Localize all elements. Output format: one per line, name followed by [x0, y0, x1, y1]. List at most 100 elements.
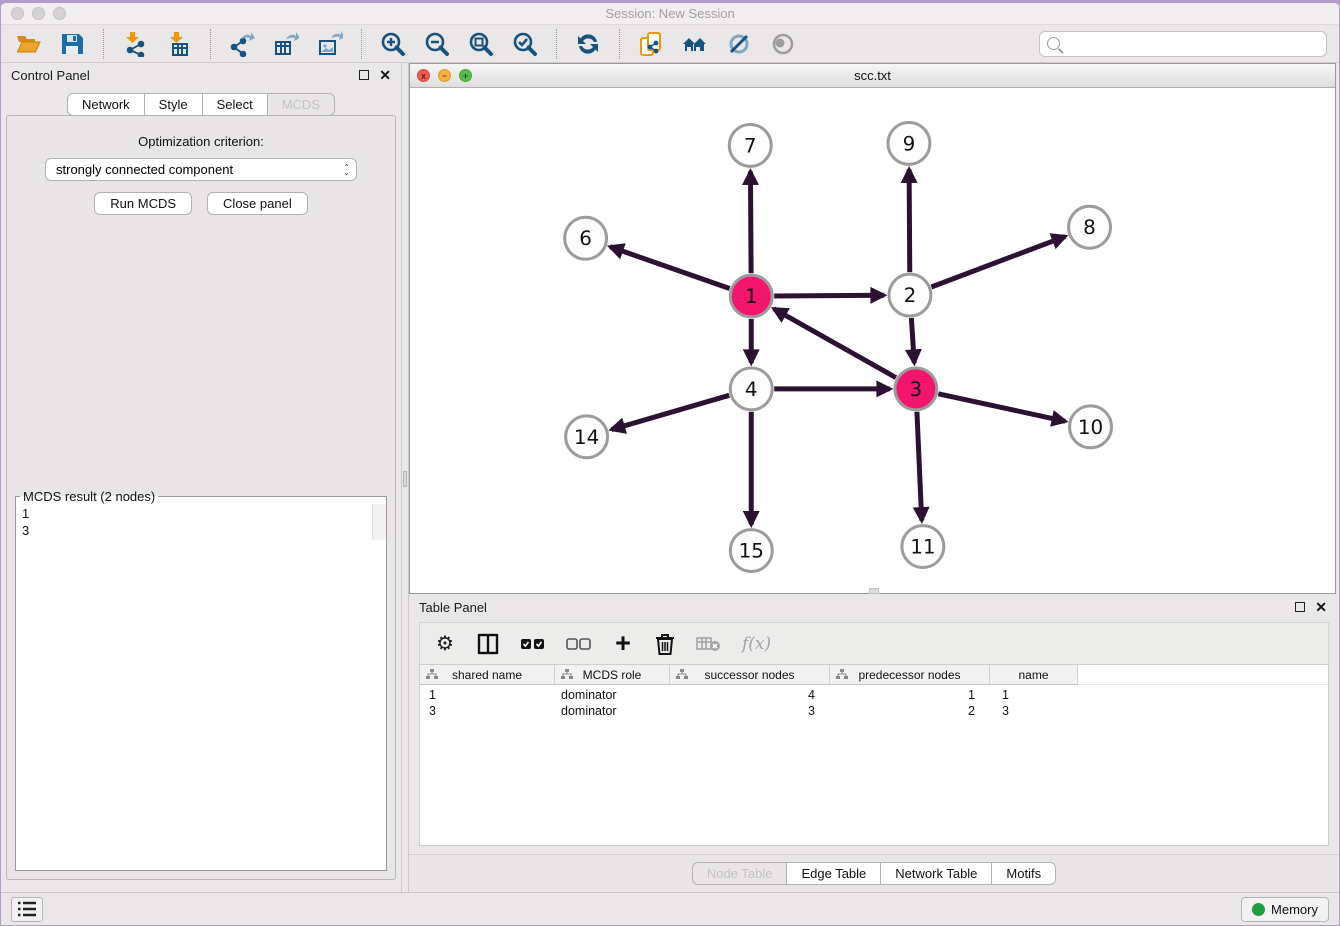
column-header-name[interactable]: name: [990, 665, 1078, 685]
import-table-button[interactable]: [164, 29, 194, 59]
tab-edge-table[interactable]: Edge Table: [787, 862, 881, 885]
run-mcds-button[interactable]: Run MCDS: [94, 192, 192, 215]
graph-node-8[interactable]: 8: [1069, 206, 1111, 248]
table-cell[interactable]: dominator: [555, 704, 670, 720]
create-column-button[interactable]: +: [612, 631, 634, 657]
float-panel-icon[interactable]: [359, 70, 369, 80]
network-canvas[interactable]: 7 9 6 8 1 2 4 3 14 10 15 11: [410, 88, 1335, 593]
node-label: 11: [910, 535, 935, 559]
tab-network-table[interactable]: Network Table: [881, 862, 992, 885]
graph-node-10[interactable]: 10: [1070, 406, 1112, 448]
tab-mcds[interactable]: MCDS: [268, 93, 335, 116]
table-cell[interactable]: 2: [830, 704, 990, 720]
graph-edge-2-9[interactable]: [909, 169, 910, 272]
graph-edge-3-1[interactable]: [774, 309, 896, 378]
table-cell[interactable]: 3: [670, 704, 830, 720]
table-cell[interactable]: 4: [670, 688, 830, 704]
delete-table-button[interactable]: [696, 631, 722, 657]
panel-splitter[interactable]: [401, 63, 409, 892]
clone-network-button[interactable]: [636, 29, 666, 59]
delete-column-button[interactable]: [654, 631, 676, 657]
select-all-columns-button[interactable]: [520, 631, 546, 657]
horizontal-splitter-grip[interactable]: [869, 588, 879, 594]
column-header-mcds-role[interactable]: MCDS role: [555, 665, 670, 685]
column-header-predecessor-nodes[interactable]: predecessor nodes: [830, 665, 990, 685]
toggle-column-view-button[interactable]: [476, 631, 500, 657]
network-window-titlebar[interactable]: x − + scc.txt: [410, 64, 1335, 88]
graph-edge-1-2[interactable]: [774, 295, 884, 296]
home-view-button[interactable]: [680, 29, 710, 59]
graph-node-9[interactable]: 9: [888, 122, 930, 164]
search-input[interactable]: [1065, 36, 1319, 51]
node-label: 1: [745, 284, 758, 308]
node-table-header: shared name MCDS role successor nodes: [420, 665, 1328, 685]
table-cell[interactable]: 3: [420, 704, 555, 720]
task-history-button[interactable]: [11, 897, 43, 922]
graph-node-2[interactable]: 2: [889, 274, 931, 316]
table-cell[interactable]: 1: [420, 688, 555, 704]
close-panel-icon[interactable]: ✕: [379, 70, 391, 80]
memory-button[interactable]: Memory: [1241, 897, 1329, 922]
tab-motifs[interactable]: Motifs: [992, 862, 1056, 885]
network-window-title: scc.txt: [410, 68, 1335, 83]
graph-node-7[interactable]: 7: [729, 124, 771, 166]
table-row[interactable]: 3dominator323: [420, 704, 1328, 720]
graph-edge-1-7[interactable]: [750, 171, 751, 273]
column-header-successor-nodes[interactable]: successor nodes: [670, 665, 830, 685]
save-session-button[interactable]: [57, 29, 87, 59]
tab-network[interactable]: Network: [67, 93, 145, 116]
close-table-panel-icon[interactable]: ✕: [1315, 602, 1327, 612]
node-label: 2: [904, 283, 917, 307]
splitter-grip[interactable]: [403, 471, 407, 487]
columns-icon: [476, 632, 500, 656]
unselect-all-columns-button[interactable]: [566, 631, 592, 657]
mcds-result-list[interactable]: 13: [16, 504, 372, 540]
open-session-button[interactable]: [13, 29, 43, 59]
tab-node-table[interactable]: Node Table: [692, 862, 788, 885]
optimization-criterion-select[interactable]: strongly connected component ⌃⌄: [45, 158, 357, 181]
tab-style[interactable]: Style: [145, 93, 203, 116]
birds-eye-view-button[interactable]: [768, 29, 798, 59]
graph-node-3[interactable]: 3: [895, 368, 937, 410]
network-graph[interactable]: 7 9 6 8 1 2 4 3 14 10 15 11: [410, 88, 1335, 593]
graph-edge-3-11[interactable]: [917, 412, 922, 521]
mcds-result-box: MCDS result (2 nodes) 13: [15, 489, 387, 871]
search-box[interactable]: [1039, 31, 1327, 57]
apply-layout-button[interactable]: [573, 29, 603, 59]
function-builder-button[interactable]: f(x): [742, 631, 771, 657]
graph-edge-2-3[interactable]: [911, 318, 914, 363]
zoom-selected-button[interactable]: [510, 29, 540, 59]
zoom-fit-button[interactable]: [466, 29, 496, 59]
float-table-panel-icon[interactable]: [1295, 602, 1305, 612]
export-image-button[interactable]: [315, 29, 345, 59]
table-cell[interactable]: dominator: [555, 688, 670, 704]
column-header-shared-name[interactable]: shared name: [420, 665, 555, 685]
zoom-out-button[interactable]: [422, 29, 452, 59]
graph-edge-1-6[interactable]: [610, 247, 729, 289]
graph-node-6[interactable]: 6: [565, 217, 607, 259]
export-network-button[interactable]: [227, 29, 257, 59]
result-scrollbar[interactable]: [372, 504, 386, 540]
graph-node-15[interactable]: 15: [730, 530, 772, 572]
graph-edge-4-14[interactable]: [612, 395, 730, 429]
table-settings-button[interactable]: ⚙: [434, 631, 456, 657]
table-row[interactable]: 1dominator411: [420, 688, 1328, 704]
table-cell[interactable]: 3: [990, 704, 1078, 720]
graph-node-14[interactable]: 14: [566, 416, 608, 458]
table-cell[interactable]: 1: [990, 688, 1078, 704]
hierarchy-icon: [676, 669, 688, 680]
graph-node-4[interactable]: 4: [730, 368, 772, 410]
export-table-button[interactable]: [271, 29, 301, 59]
table-panel-header: Table Panel ✕: [409, 594, 1339, 620]
list-icon: [16, 899, 38, 919]
graphics-details-button[interactable]: [724, 29, 754, 59]
graph-edge-3-10[interactable]: [938, 394, 1065, 422]
tab-select[interactable]: Select: [203, 93, 268, 116]
import-network-button[interactable]: [120, 29, 150, 59]
close-panel-button[interactable]: Close panel: [207, 192, 308, 215]
graph-node-11[interactable]: 11: [902, 526, 944, 568]
table-cell[interactable]: 1: [830, 688, 990, 704]
graph-node-1[interactable]: 1: [730, 275, 772, 317]
zoom-in-button[interactable]: [378, 29, 408, 59]
graph-edge-2-8[interactable]: [931, 236, 1065, 287]
